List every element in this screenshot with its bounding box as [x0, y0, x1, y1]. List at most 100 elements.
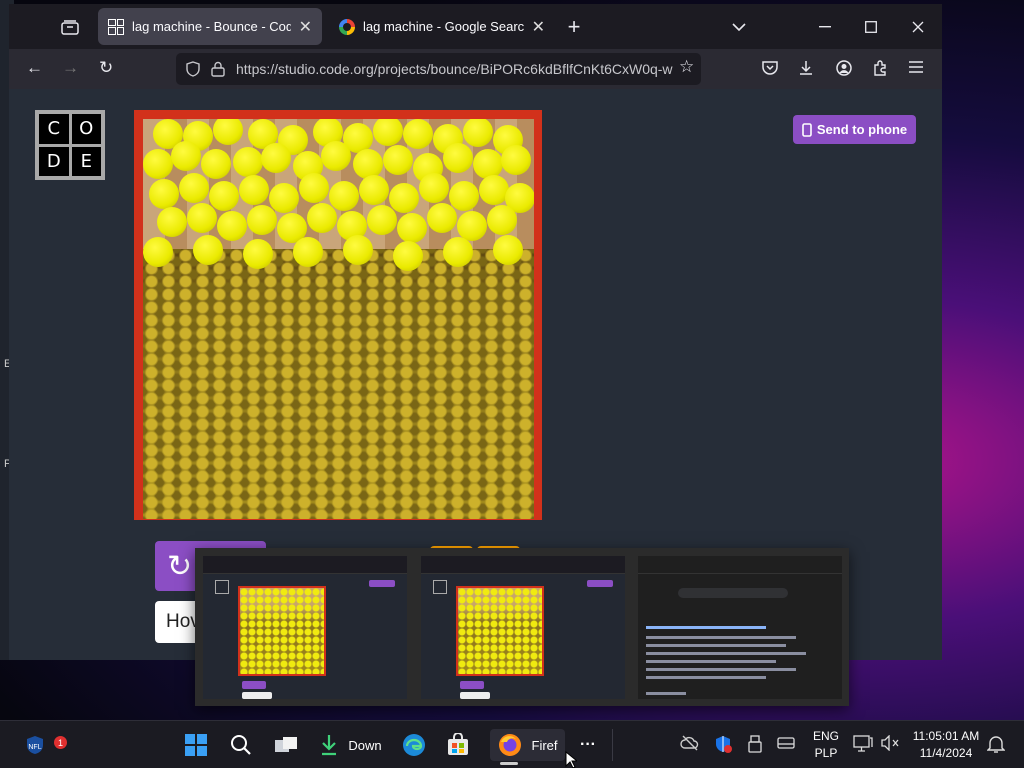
- tennis-ball: [403, 119, 433, 149]
- start-button[interactable]: [182, 729, 210, 761]
- tennis-ball: [373, 119, 403, 146]
- close-tab-icon[interactable]: ✕: [299, 17, 312, 37]
- tennis-ball: [449, 181, 479, 211]
- tennis-ball: [419, 173, 449, 203]
- tennis-ball: [233, 147, 263, 177]
- tennis-ball: [329, 181, 359, 211]
- tennis-ball: [239, 175, 269, 205]
- firefox-icon: [498, 734, 521, 756]
- back-icon[interactable]: ←: [26, 59, 43, 76]
- tennis-ball: [307, 203, 337, 233]
- tennis-ball: [393, 241, 423, 271]
- tennis-ball: [261, 143, 291, 173]
- tennis-ball: [343, 235, 373, 265]
- game-field: [143, 119, 534, 519]
- lock-icon[interactable]: [211, 61, 225, 80]
- notification-badge: 1: [54, 736, 67, 749]
- defender-icon[interactable]: [714, 735, 732, 756]
- shield-icon[interactable]: [185, 61, 201, 80]
- tennis-ball: [143, 149, 173, 179]
- tennis-ball: [487, 205, 517, 235]
- url-bar[interactable]: https://studio.code.org/projects/bounce/…: [176, 53, 701, 85]
- tennis-ball: [209, 181, 239, 211]
- more-button[interactable]: ···: [575, 729, 601, 761]
- code-org-logo[interactable]: C O D E: [35, 110, 105, 180]
- maximize-icon[interactable]: [860, 18, 882, 36]
- reload-icon[interactable]: ↻: [99, 59, 113, 76]
- search-icon: [231, 735, 251, 755]
- new-tab-icon[interactable]: +: [564, 16, 584, 38]
- tennis-ball: [157, 207, 187, 237]
- notification-bell-icon[interactable]: [986, 734, 1006, 757]
- tennis-ball: [443, 143, 473, 173]
- svg-text:NFL: NFL: [28, 744, 41, 751]
- bounce-game-canvas[interactable]: [134, 110, 542, 520]
- tennis-ball: [247, 205, 277, 235]
- thumbnail-bounce-2[interactable]: [421, 556, 625, 699]
- tab-title: lag machine - Google Search: [363, 19, 524, 34]
- send-to-phone-button[interactable]: Send to phone: [793, 115, 916, 144]
- thumbnail-bounce-1[interactable]: [203, 556, 407, 699]
- tennis-ball: [243, 239, 273, 269]
- account-icon[interactable]: [836, 60, 852, 79]
- google-icon: [339, 18, 355, 35]
- clock[interactable]: 11:05:01 AM 11/4/2024: [910, 728, 982, 762]
- url-text: https://studio.code.org/projects/bounce/…: [236, 61, 673, 77]
- firefox-label: Firef: [531, 737, 558, 753]
- forward-icon[interactable]: →: [62, 59, 79, 76]
- tennis-ball: [187, 203, 217, 233]
- language-indicator[interactable]: ENG PLP: [812, 728, 840, 762]
- close-window-icon[interactable]: [907, 18, 929, 36]
- task-view-button[interactable]: [272, 729, 300, 761]
- downloads-icon[interactable]: [798, 60, 814, 79]
- tennis-ball: [201, 149, 231, 179]
- logo-letter: D: [39, 146, 69, 176]
- pocket-icon[interactable]: [762, 60, 778, 78]
- tennis-ball: [367, 205, 397, 235]
- store-icon: [448, 733, 468, 755]
- extensions-icon[interactable]: [872, 60, 888, 79]
- tennis-ball: [149, 179, 179, 209]
- tennis-ball: [193, 235, 223, 265]
- firefox-taskbar-button[interactable]: Firef: [490, 729, 565, 765]
- divider: [612, 729, 613, 761]
- tennis-ball: [353, 149, 383, 179]
- tab-overview-icon[interactable]: [59, 18, 81, 36]
- logo-letter: E: [71, 146, 101, 176]
- minimize-icon[interactable]: [814, 18, 836, 36]
- tab-google-search[interactable]: lag machine - Google Search ✕: [329, 8, 555, 45]
- tennis-ball: [293, 237, 323, 267]
- search-button[interactable]: [227, 729, 255, 761]
- tennis-ball: [473, 149, 503, 179]
- taskbar: NFL 1 Down Firef ··· ENG PLP 11:05:01 AM…: [0, 720, 1024, 768]
- usb-icon[interactable]: [748, 735, 762, 756]
- tennis-ball: [397, 213, 427, 243]
- ball-pile: [143, 249, 534, 519]
- bookmark-star-icon[interactable]: ☆: [679, 58, 694, 75]
- widgets-button[interactable]: NFL 1: [20, 729, 67, 761]
- store-button[interactable]: [444, 729, 472, 761]
- downloads-taskbar-button[interactable]: Down: [316, 729, 386, 761]
- edge-button[interactable]: [400, 729, 428, 761]
- drive-icon[interactable]: [777, 735, 795, 754]
- tennis-ball: [269, 183, 299, 213]
- tennis-ball: [217, 211, 247, 241]
- cloud-offline-icon[interactable]: [680, 735, 700, 754]
- tennis-ball: [321, 141, 351, 171]
- widgets-icon: NFL: [27, 736, 43, 754]
- tab-bounce[interactable]: lag machine - Bounce - Code.o ✕: [98, 8, 322, 45]
- tennis-ball: [501, 145, 531, 175]
- volume-muted-icon[interactable]: [880, 734, 900, 754]
- windows-icon: [185, 734, 207, 756]
- tennis-ball: [179, 173, 209, 203]
- code-org-icon: [108, 18, 124, 35]
- thumbnail-google-search[interactable]: [638, 556, 842, 699]
- edge-icon: [403, 734, 425, 756]
- reset-icon: ↻: [167, 549, 193, 583]
- menu-icon[interactable]: [908, 60, 924, 77]
- close-tab-icon[interactable]: ✕: [532, 17, 545, 37]
- keyboard-layout: PLP: [814, 746, 838, 760]
- list-tabs-icon[interactable]: [729, 18, 749, 36]
- network-icon[interactable]: [853, 735, 873, 756]
- language-code: ENG: [812, 729, 839, 743]
